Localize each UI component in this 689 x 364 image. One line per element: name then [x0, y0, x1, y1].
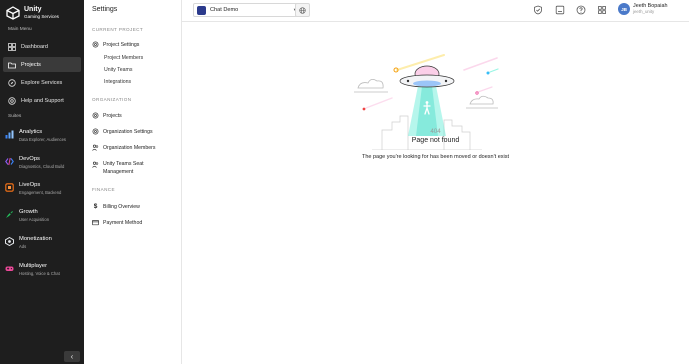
- code-brackets-icon: [5, 157, 14, 166]
- nav-item-dashboard[interactable]: Dashboard: [3, 39, 81, 54]
- suite-subtitle: Data Explorer, Audiences: [19, 136, 67, 142]
- org-projects-link[interactable]: Projects: [92, 112, 178, 119]
- user-handle: jeeth_unity: [633, 8, 655, 14]
- nav-label: Help and Support: [21, 97, 64, 104]
- settings-sidebar: Settings CURRENT PROJECT Project Setting…: [84, 0, 182, 364]
- credit-card-icon: [92, 220, 99, 226]
- suite-subtitle: User Acquisition: [19, 216, 50, 222]
- suite-devops[interactable]: DevOps Diagnostics, Cloud Build: [5, 156, 64, 169]
- nav-item-projects[interactable]: Projects: [3, 57, 81, 72]
- error-message: The page you're looking for has been mov…: [361, 154, 510, 160]
- org-members-link[interactable]: Organization Members: [92, 144, 178, 151]
- current-project-heading: CURRENT PROJECT: [92, 27, 144, 32]
- message-icon[interactable]: [555, 5, 565, 15]
- page-title: Page not found: [411, 137, 460, 144]
- rocket-icon: [6, 211, 13, 218]
- dollar-icon: $: [93, 203, 98, 210]
- suite-title: Analytics: [19, 129, 43, 135]
- suites-heading: Suites: [8, 114, 22, 119]
- gear-icon: [92, 41, 99, 48]
- main-menu-heading: Main Menu: [8, 27, 32, 32]
- link-label: Management: [103, 169, 134, 176]
- unity-logo[interactable]: Unity Gaming Services: [6, 6, 59, 20]
- nav-item-explore-services[interactable]: Explore Services: [3, 75, 81, 90]
- projects-icon: [8, 62, 16, 68]
- explore-icon: [8, 78, 16, 87]
- suite-subtitle: Ads: [19, 243, 27, 249]
- project-avatar: [197, 5, 206, 15]
- nav-label: Projects: [21, 61, 41, 68]
- nav-label: Dashboard: [21, 43, 48, 50]
- finance-heading: FINANCE: [92, 187, 115, 192]
- teams-seat-management-link[interactable]: Unity Teams Seat Management: [92, 160, 178, 177]
- collapse-nav-button[interactable]: ‹: [64, 351, 80, 362]
- org-settings-link[interactable]: Organization Settings: [92, 128, 178, 135]
- nav-label: Explore Services: [21, 79, 63, 86]
- suite-analytics[interactable]: Analytics Data Explorer, Audiences: [5, 129, 66, 142]
- users-icon: [92, 144, 99, 151]
- suite-growth[interactable]: Growth User Acquisition: [5, 209, 49, 222]
- dashboard-icon: [8, 42, 16, 51]
- integrations-link[interactable]: Integrations: [104, 79, 131, 85]
- suite-title: Multiplayer: [19, 263, 48, 269]
- unity-teams-link[interactable]: Unity Teams: [104, 67, 132, 73]
- brand-subtitle: Gaming Services: [24, 14, 59, 19]
- link-label: Payment Method: [103, 219, 143, 226]
- link-label: Projects: [103, 112, 122, 119]
- environment-button[interactable]: [295, 3, 310, 17]
- error-code: 404: [430, 128, 441, 135]
- payment-method-link[interactable]: Payment Method: [92, 219, 178, 226]
- analytics-icon: [5, 130, 14, 139]
- ufo-illustration: [354, 54, 499, 150]
- brand-title: Unity: [24, 6, 42, 13]
- gamepad-icon: [5, 266, 14, 271]
- globe-icon: [299, 6, 306, 14]
- chevron-left-icon: ‹: [70, 352, 74, 361]
- suite-title: LiveOps: [19, 182, 41, 188]
- help-icon: [8, 96, 16, 105]
- suite-title: Monetization: [19, 236, 52, 242]
- shield-icon[interactable]: [533, 5, 543, 15]
- suite-subtitle: Engagement, Backend: [19, 189, 62, 195]
- billing-overview-link[interactable]: $ Billing Overview: [92, 203, 178, 210]
- avatar: JB: [618, 3, 630, 15]
- help-circle-icon[interactable]: [576, 5, 586, 15]
- link-label: Billing Overview: [103, 203, 140, 210]
- suite-monetization[interactable]: Monetization Ads: [5, 236, 52, 249]
- nav-item-help[interactable]: Help and Support: [3, 93, 81, 108]
- settings-title: Settings: [92, 6, 118, 13]
- gear-icon: [92, 112, 99, 119]
- monetization-icon: [5, 237, 14, 246]
- link-label: Organization Members: [103, 144, 156, 151]
- project-settings-link[interactable]: Project Settings: [92, 41, 178, 48]
- top-bar: Chat Demo ▾ JB Jeeth Bopaiah jeeth_unity: [182, 0, 689, 22]
- suite-title: DevOps: [19, 156, 40, 162]
- unity-cube-icon: [6, 6, 20, 20]
- gear-icon: [92, 128, 99, 135]
- suite-subtitle: Hosting, Voice & Chat: [19, 270, 60, 276]
- user-menu[interactable]: JB Jeeth Bopaiah jeeth_unity: [618, 3, 667, 15]
- suite-subtitle: Diagnostics, Cloud Build: [19, 163, 65, 169]
- suite-multiplayer[interactable]: Multiplayer Hosting, Voice & Chat: [5, 263, 60, 276]
- project-selector[interactable]: Chat Demo ▾: [193, 3, 301, 17]
- main-content: 404 Page not found The page you're looki…: [182, 22, 689, 364]
- liveops-icon: [5, 183, 14, 192]
- project-name: Chat Demo: [210, 7, 239, 13]
- seat-icon: [92, 161, 99, 168]
- project-members-link[interactable]: Project Members: [104, 55, 143, 61]
- link-label: Project Settings: [103, 41, 140, 48]
- link-label: Unity Teams Seat: [103, 161, 144, 167]
- suite-liveops[interactable]: LiveOps Engagement, Backend: [5, 182, 61, 195]
- apps-grid-icon[interactable]: [597, 5, 607, 15]
- suite-title: Growth: [19, 209, 38, 215]
- organization-heading: ORGANIZATION: [92, 97, 132, 102]
- main-nav: Unity Gaming Services Main Menu Dashboar…: [0, 0, 84, 364]
- link-label: Organization Settings: [103, 128, 153, 135]
